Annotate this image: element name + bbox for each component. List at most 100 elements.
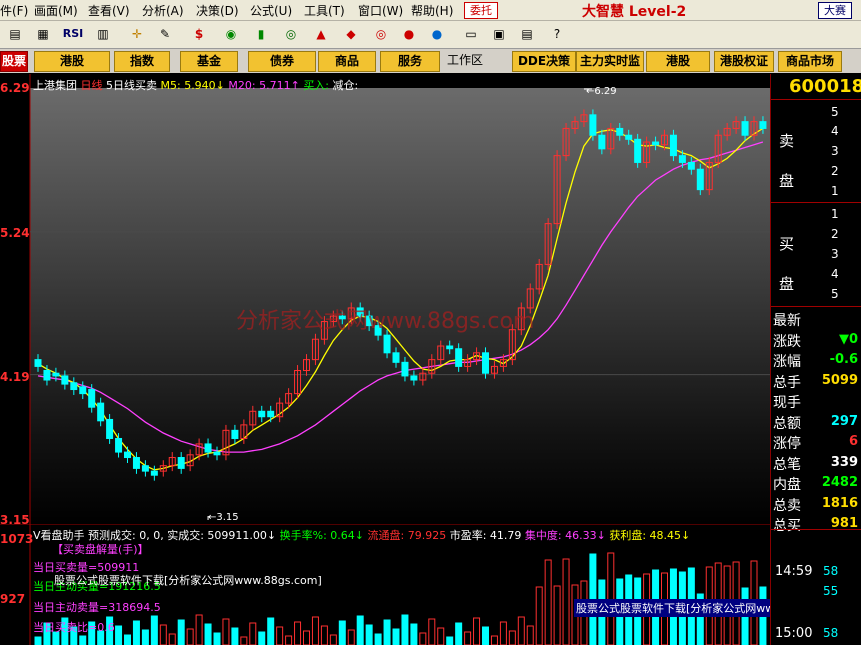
tick-price: 58 [823, 564, 839, 578]
candle-body [106, 418, 114, 439]
chart-period[interactable]: 日线 [81, 79, 103, 92]
alert-icon[interactable]: ▲ [310, 24, 332, 44]
tab-commodity[interactable]: 商品 [318, 51, 376, 72]
volume-bar [383, 619, 391, 645]
stack-icon[interactable]: ▤ [516, 24, 538, 44]
table-icon[interactable]: ▥ [92, 24, 114, 44]
layers-icon[interactable]: ▣ [488, 24, 510, 44]
tab-hk-stocks-2[interactable]: 港股 [646, 51, 710, 72]
candle-body [696, 168, 704, 191]
volume-bar [294, 621, 302, 645]
menu-view[interactable]: 查看(V) [88, 2, 130, 19]
candle-body [150, 470, 158, 476]
buy-level: 2 [831, 227, 839, 241]
candle-body [115, 437, 123, 453]
stat-label: 总笔 [773, 456, 801, 473]
indicator-name: 5日线买卖 [106, 79, 157, 92]
panel-divider [771, 202, 861, 203]
dollar-icon[interactable]: $ [188, 24, 210, 44]
trade-button[interactable]: 委托 [464, 2, 498, 19]
tab-dde[interactable]: DDE决策 [512, 51, 576, 72]
sell-level: 2 [831, 164, 839, 178]
menu-window[interactable]: 窗口(W) [358, 2, 403, 19]
switch-icon[interactable]: ◉ [220, 24, 242, 44]
volume-bar [258, 631, 266, 645]
panel-divider [771, 306, 861, 307]
sell-level: 5 [831, 105, 839, 119]
disc-icon[interactable]: ● [398, 24, 420, 44]
candle-body [258, 410, 266, 418]
volume-bar [311, 616, 319, 645]
menu-tools[interactable]: 工具(T) [304, 2, 345, 19]
tab-bonds[interactable]: 债券 [248, 51, 316, 72]
brand-logo: 大智慧 Level-2 [582, 1, 686, 21]
kline-chart[interactable] [0, 74, 770, 524]
help-icon[interactable]: ? [546, 24, 568, 44]
volume-bar [428, 618, 436, 645]
candle-body [410, 375, 418, 381]
stat-value: ▼0 [838, 331, 858, 347]
stat-value: 2482 [821, 475, 858, 490]
contest-button[interactable]: 大赛 [818, 2, 852, 19]
tick-price: 55 [823, 584, 839, 598]
stat-value: 5099 [821, 372, 858, 388]
window-icon[interactable]: ▤ [4, 24, 26, 44]
stop-icon[interactable]: ◆ [340, 24, 362, 44]
stat-label: 总额 [773, 415, 801, 432]
candle-body [79, 386, 87, 395]
sub-axis-label: 927 [0, 592, 26, 606]
candle-body [652, 141, 660, 146]
tab-hk-stocks[interactable]: 港股 [34, 51, 110, 72]
buy-side-text: 买盘 [779, 235, 795, 293]
volume-bar [365, 624, 373, 645]
bars-icon[interactable]: ▮ [250, 24, 272, 44]
tab-stocks[interactable]: 股票 [0, 51, 28, 72]
candle-body [204, 443, 212, 453]
menu-help[interactable]: 帮助(H) [411, 2, 453, 19]
volume-bar [410, 623, 418, 645]
tab-index[interactable]: 指数 [114, 51, 170, 72]
candle-body [589, 114, 597, 136]
ring-icon[interactable]: ◎ [370, 24, 392, 44]
menu-formula[interactable]: 公式(U) [250, 2, 292, 19]
candle-body [616, 127, 624, 136]
volume-bar [115, 625, 123, 645]
candle-body [598, 134, 606, 150]
binoculars-icon[interactable]: ◎ [280, 24, 302, 44]
volume-bar [240, 636, 248, 645]
stat-label: 总手 [773, 374, 801, 391]
sub-line-ratio: 当日买卖比=0.6 [33, 621, 115, 634]
menu-decision[interactable]: 决策(D) [196, 2, 239, 19]
sub-axis-label: 1073 [0, 532, 34, 546]
candle-body [383, 334, 391, 354]
layout-icon[interactable]: ▭ [460, 24, 482, 44]
volume-bar [526, 625, 534, 645]
tab-main-monitor[interactable]: 主力实时监控 [576, 51, 644, 72]
stat-label: 内盘 [773, 477, 801, 493]
tab-service[interactable]: 服务 [380, 51, 440, 72]
menu-screen[interactable]: 画面(M) [34, 2, 78, 19]
candle-body [678, 155, 686, 163]
menu-analysis[interactable]: 分析(A) [142, 2, 184, 19]
high-price-label: ←6.29 [586, 86, 617, 97]
candle-body [52, 372, 60, 377]
tab-workspace[interactable]: 工作区 [442, 51, 488, 70]
tab-fund[interactable]: 基金 [180, 51, 238, 72]
stock-name: 上港集团 [33, 79, 77, 92]
crosshair-icon[interactable]: ✛ [126, 24, 148, 44]
toolbar: ▤ ▦ RSI ▥ ✛ ✎ $ ◉ ▮ ◎ ▲ ◆ ◎ ● ● ▭ ▣ ▤ ? [0, 21, 861, 49]
volume-bar [338, 620, 346, 645]
menu-bar: 件(F) 画面(M) 查看(V) 分析(A) 决策(D) 公式(U) 工具(T)… [0, 0, 861, 21]
grid-icon[interactable]: ▦ [32, 24, 54, 44]
volume-bar [535, 586, 543, 645]
ruler-icon[interactable]: ✎ [154, 24, 176, 44]
sell-signal-label: 减仓: [332, 79, 359, 92]
menu-file[interactable]: 件(F) [0, 2, 28, 19]
tab-hk-warrants[interactable]: 港股权证 [714, 51, 774, 72]
volume-bar [437, 627, 445, 645]
tab-commodity-market[interactable]: 商品市场 [778, 51, 842, 72]
volume-bar [276, 626, 284, 645]
rsi-icon[interactable]: RSI [60, 24, 86, 44]
copy-icon[interactable]: ● [426, 24, 448, 44]
stat-value: 339 [830, 454, 858, 470]
